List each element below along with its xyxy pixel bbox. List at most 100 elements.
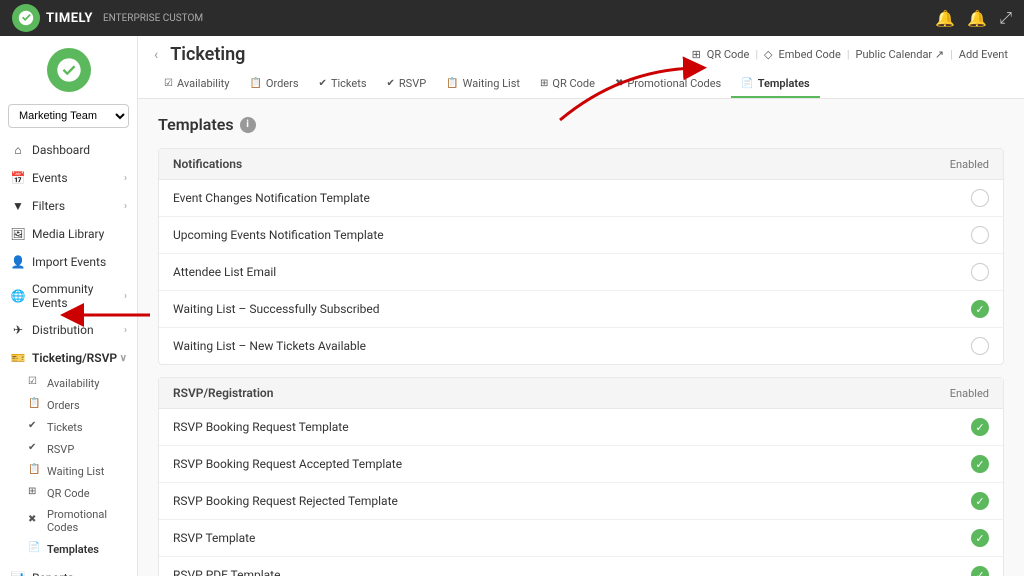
qr-code-action-icon: ⊞: [692, 48, 701, 61]
reports-icon: 📊: [10, 570, 26, 576]
templates-sub-icon: 📄: [28, 542, 42, 556]
tab-availability[interactable]: ☑ Availability: [154, 71, 239, 98]
chevron-icon: ›: [124, 201, 127, 212]
sidebar-sub-label: Promotional Codes: [47, 508, 127, 534]
sidebar-sub-label: Availability: [47, 377, 99, 390]
template-row[interactable]: RSVP Booking Request Rejected Template ✓: [159, 483, 1003, 520]
sidebar-sub-qr-code[interactable]: ⊞ QR Code: [0, 482, 137, 504]
sidebar-sub-label: Tickets: [47, 421, 83, 434]
toggle-on-icon[interactable]: ✓: [971, 566, 989, 576]
notification-icon[interactable]: 🔔: [967, 9, 987, 28]
tab-tickets[interactable]: ✔ Tickets: [309, 71, 377, 98]
template-row[interactable]: Event Changes Notification Template: [159, 180, 1003, 217]
enterprise-label: ENTERPRISE CUSTOM: [103, 13, 203, 24]
team-selector[interactable]: Marketing Team: [8, 104, 129, 128]
sidebar-item-label: Filters: [32, 199, 65, 213]
toggle-off-icon[interactable]: [971, 226, 989, 244]
top-bar: TIMELY ENTERPRISE CUSTOM 🔔 🔔 ⤢: [0, 0, 1024, 36]
sidebar-item-community-events[interactable]: 🌐 Community Events ›: [0, 276, 137, 316]
sidebar-item-distribution[interactable]: ✈ Distribution ›: [0, 316, 137, 344]
template-row[interactable]: Waiting List – Successfully Subscribed ✓: [159, 291, 1003, 328]
brand-name: TIMELY: [46, 11, 93, 26]
info-icon[interactable]: i: [240, 117, 256, 133]
template-row[interactable]: Attendee List Email: [159, 254, 1003, 291]
tab-orders-label: Orders: [266, 77, 299, 90]
main-content: Templates i Notifications Enabled Event …: [138, 99, 1024, 576]
qr-code-action-link[interactable]: QR Code: [707, 48, 750, 61]
template-name: Waiting List – Successfully Subscribed: [173, 302, 380, 316]
public-calendar-link[interactable]: Public Calendar ↗: [856, 48, 945, 61]
template-name: RSVP Template: [173, 531, 255, 545]
sidebar-item-reports[interactable]: 📊 Reports ›: [0, 564, 137, 576]
filters-icon: ▼: [10, 198, 26, 214]
tab-promo-label: Promotional Codes: [627, 77, 721, 90]
tab-rsvp[interactable]: ✔ RSVP: [377, 71, 437, 98]
tab-promotional-codes[interactable]: ✖ Promotional Codes: [605, 71, 731, 98]
toggle-on-icon[interactable]: ✓: [971, 492, 989, 510]
sidebar-sub-waiting-list[interactable]: 📋 Waiting List: [0, 460, 137, 482]
sidebar-item-import-events[interactable]: 👤 Import Events: [0, 248, 137, 276]
tab-rsvp-label: RSVP: [399, 77, 426, 90]
template-row[interactable]: RSVP Booking Request Accepted Template ✓: [159, 446, 1003, 483]
toggle-off-icon[interactable]: [971, 263, 989, 281]
tab-qr-label: QR Code: [552, 77, 595, 90]
add-event-link[interactable]: Add Event: [959, 48, 1008, 61]
template-row[interactable]: RSVP Booking Request Template ✓: [159, 409, 1003, 446]
notifications-enabled-label: Enabled: [950, 158, 989, 171]
sidebar-sub-rsvp[interactable]: ✔ RSVP: [0, 438, 137, 460]
toggle-off-icon[interactable]: [971, 337, 989, 355]
promo-sub-icon: ✖: [28, 514, 42, 528]
sidebar-brand-icon: [47, 48, 91, 92]
sidebar-item-label: Ticketing/RSVP: [32, 351, 117, 365]
sidebar-item-dashboard[interactable]: ⌂ Dashboard: [0, 136, 137, 164]
rsvp-section-header: RSVP/Registration Enabled: [159, 378, 1003, 409]
sidebar-logo-area: [0, 36, 137, 100]
sidebar-item-media-library[interactable]: 🖼 Media Library: [0, 220, 137, 248]
sidebar-sub-tickets[interactable]: ✔ Tickets: [0, 416, 137, 438]
template-row[interactable]: Waiting List – New Tickets Available: [159, 328, 1003, 364]
chevron-icon: ›: [124, 325, 127, 336]
sidebar-sub-promo-codes[interactable]: ✖ Promotional Codes: [0, 504, 137, 538]
toggle-on-icon[interactable]: ✓: [971, 529, 989, 547]
toggle-on-icon[interactable]: ✓: [971, 300, 989, 318]
bell-icon[interactable]: 🔔: [935, 9, 955, 28]
toggle-off-icon[interactable]: [971, 189, 989, 207]
template-row[interactable]: RSVP PDF Template ✓: [159, 557, 1003, 576]
sidebar-sub-templates[interactable]: 📄 Templates: [0, 538, 137, 560]
ticketing-icon: 🎫: [10, 350, 26, 366]
sidebar-sub-label: Waiting List: [47, 465, 104, 478]
template-row[interactable]: Upcoming Events Notification Template: [159, 217, 1003, 254]
embed-code-icon: ◇: [764, 48, 772, 61]
expand-icon[interactable]: ⤢: [999, 8, 1012, 28]
sidebar-sub-label: Orders: [47, 399, 80, 412]
sidebar-item-ticketing[interactable]: 🎫 Ticketing/RSVP ∨: [0, 344, 137, 372]
rsvp-section-title: RSVP/Registration: [173, 386, 273, 400]
sidebar-item-events[interactable]: 📅 Events ›: [0, 164, 137, 192]
sidebar-sub-label: Templates: [47, 543, 99, 556]
toggle-on-icon[interactable]: ✓: [971, 455, 989, 473]
tab-qr-icon: ⊞: [540, 78, 548, 89]
availability-sub-icon: ☑: [28, 376, 42, 390]
sidebar: Marketing Team ⌂ Dashboard 📅 Events › ▼ …: [0, 36, 138, 576]
logo-icon: [12, 4, 40, 32]
notifications-section-title: Notifications: [173, 157, 242, 171]
tab-rsvp-icon: ✔: [387, 78, 395, 89]
template-name: Attendee List Email: [173, 265, 276, 279]
embed-code-action-link[interactable]: Embed Code: [779, 48, 841, 61]
template-row[interactable]: RSVP Template ✓: [159, 520, 1003, 557]
toggle-on-icon[interactable]: ✓: [971, 418, 989, 436]
tab-qr-code[interactable]: ⊞ QR Code: [530, 71, 605, 98]
templates-header: Templates i: [158, 115, 1004, 134]
back-arrow-icon[interactable]: ‹: [154, 47, 158, 63]
events-icon: 📅: [10, 170, 26, 186]
tab-orders[interactable]: 📋 Orders: [239, 71, 308, 98]
tab-templates[interactable]: 📄 Templates: [731, 71, 819, 98]
waiting-sub-icon: 📋: [28, 464, 42, 478]
content-header: ‹ Ticketing ⊞ QR Code | ◇ Embed Code | P…: [138, 36, 1024, 99]
sidebar-sub-orders[interactable]: 📋 Orders: [0, 394, 137, 416]
sidebar-sub-availability[interactable]: ☑ Availability: [0, 372, 137, 394]
template-name: RSVP Booking Request Accepted Template: [173, 457, 402, 471]
sidebar-item-filters[interactable]: ▼ Filters ›: [0, 192, 137, 220]
community-icon: 🌐: [10, 288, 26, 304]
tab-waiting-list[interactable]: 📋 Waiting List: [436, 71, 530, 98]
